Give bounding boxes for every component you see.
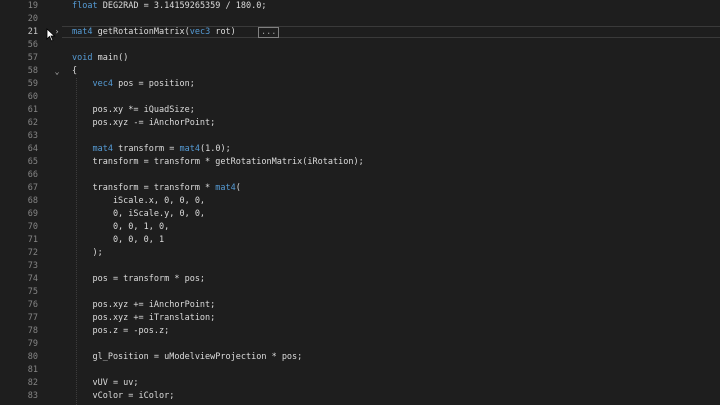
code-line-text: pos.xyz += iTranslation; [72,313,216,323]
code-line[interactable]: transform = transform * mat4( [62,182,720,194]
line-number: 78 [27,326,38,336]
line-number: 58 [27,66,38,76]
code-line-text: vColor = iColor; [72,391,175,401]
line-number: 64 [27,144,38,154]
code-line-text: pos = transform * pos; [72,274,206,284]
code-line[interactable]: 0, 0, 0, 1 [62,234,720,246]
code-line[interactable]: pos.xyz += iAnchorPoint; [62,299,720,311]
code-line[interactable]: 0, iScale.y, 0, 0, [62,208,720,220]
line-number: 56 [27,40,38,50]
fold-toggle-expanded-icon[interactable]: ⌄ [52,66,62,78]
line-number: 69 [27,209,38,219]
code-line[interactable]: pos.z = -pos.z; [62,325,720,337]
line-number: 70 [27,222,38,232]
code-line-text: 0, 0, 1, 0, [72,222,170,232]
code-line[interactable]: 0, 0, 1, 0, [62,221,720,233]
code-line[interactable] [62,39,720,51]
line-number: 66 [27,170,38,180]
line-number: 63 [27,131,38,141]
code-line-text: vUV = uv; [72,378,139,388]
line-number: 65 [27,157,38,167]
line-number: 75 [27,287,38,297]
code-line[interactable]: pos = transform * pos; [62,273,720,285]
line-number: 62 [27,118,38,128]
line-number: 19 [27,1,38,11]
code-line[interactable] [62,286,720,298]
line-number: 68 [27,196,38,206]
line-number: 74 [27,274,38,284]
line-number: 77 [27,313,38,323]
code-line-text: pos.xy *= iQuadSize; [72,105,195,115]
code-line-text: iScale.x, 0, 0, 0, [72,196,206,206]
code-line-text: gl_Position = uModelviewProjection * pos… [72,352,303,362]
line-number: 57 [27,53,38,63]
code-line-text: mat4 transform = mat4(1.0); [92,144,231,154]
code-line[interactable]: vec4 pos = position; [62,78,720,90]
code-line-text: float DEG2RAD = 3.14159265359 / 180.0; [72,1,267,11]
line-number: 73 [27,261,38,271]
code-line[interactable] [62,260,720,272]
code-line[interactable]: pos.xyz += iTranslation; [62,312,720,324]
code-line-text: void main() [72,53,129,63]
code-line[interactable]: mat4 transform = mat4(1.0); [62,143,720,155]
line-number: 59 [27,79,38,89]
code-line[interactable]: vUV = uv; [62,377,720,389]
code-line[interactable]: void main() [62,52,720,64]
code-line-text: pos.z = -pos.z; [72,326,170,336]
line-number: 79 [27,339,38,349]
line-number: 20 [27,14,38,24]
code-line[interactable] [62,338,720,350]
code-line[interactable] [62,169,720,181]
code-line-text: vec4 pos = position; [92,79,195,89]
code-line-text: { [72,66,78,76]
line-number: 61 [27,105,38,115]
fold-toggle-collapsed-icon[interactable]: › [52,26,62,38]
code-line[interactable]: pos.xy *= iQuadSize; [62,104,720,116]
code-line-text: 0, 0, 0, 1 [72,235,165,245]
code-line-text: pos.xyz += iAnchorPoint; [72,300,216,310]
line-number: 60 [27,92,38,102]
line-number: 72 [27,248,38,258]
code-line[interactable] [62,130,720,142]
code-line[interactable]: vColor = iColor; [62,390,720,402]
line-number: 80 [27,352,38,362]
code-line[interactable] [62,13,720,25]
code-line[interactable]: mat4 getRotationMatrix(vec3 rot)... [62,26,720,38]
code-line[interactable]: transform = transform * getRotationMatri… [62,156,720,168]
line-number: 82 [27,378,38,388]
code-line[interactable]: ); [62,247,720,259]
line-number: 71 [27,235,38,245]
code-line[interactable]: gl_Position = uModelviewProjection * pos… [62,351,720,363]
code-line-text: ); [72,248,103,258]
code-line-text: pos.xyz -= iAnchorPoint; [72,118,216,128]
code-line[interactable]: pos.xyz -= iAnchorPoint; [62,117,720,129]
code-line-text: transform = transform * mat4( [72,183,241,193]
code-line[interactable] [62,91,720,103]
code-line-text: transform = transform * getRotationMatri… [72,157,364,167]
code-line[interactable]: float DEG2RAD = 3.14159265359 / 180.0; [62,0,720,12]
code-line-text: 0, iScale.y, 0, 0, [72,209,206,219]
code-editor[interactable]: › ⌄ float DEG2RAD = 3.14159265359 / 180.… [0,0,720,405]
collapsed-region-marker[interactable]: ... [258,27,280,38]
line-number: 67 [27,183,38,193]
code-line-text: mat4 getRotationMatrix(vec3 rot) [72,27,236,37]
code-line[interactable] [62,364,720,376]
line-number: 83 [27,391,38,401]
code-line[interactable]: iScale.x, 0, 0, 0, [62,195,720,207]
line-number: 76 [27,300,38,310]
line-number: 21 [27,27,38,37]
code-area[interactable]: float DEG2RAD = 3.14159265359 / 180.0; ma… [62,0,720,405]
code-line[interactable]: { [62,65,720,77]
line-number: 81 [27,365,38,375]
